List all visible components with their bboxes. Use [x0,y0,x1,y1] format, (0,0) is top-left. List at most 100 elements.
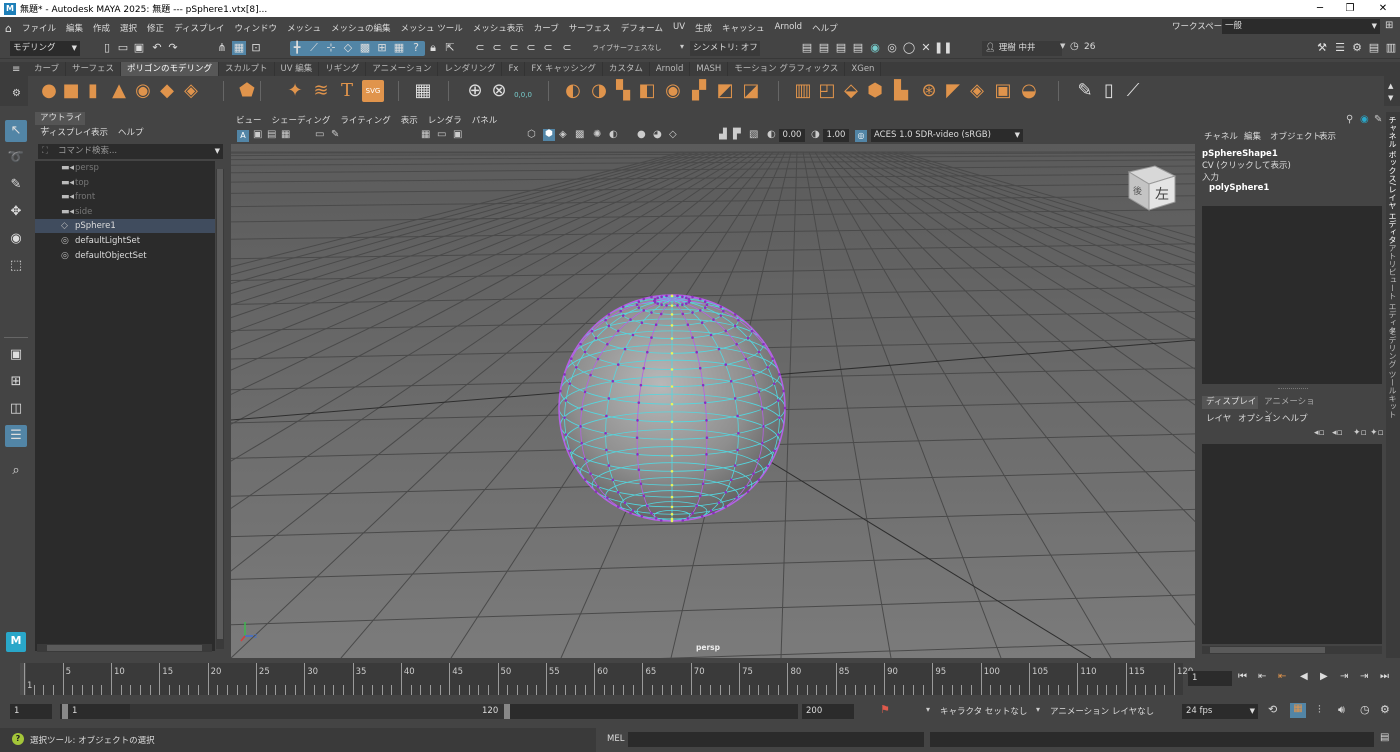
sphere-vertex[interactable] [670,368,674,371]
sphere-vertex[interactable] [760,407,764,411]
sphere-vertex[interactable] [782,389,785,393]
sphere-vertex[interactable] [604,318,607,322]
sphere-vertex[interactable] [733,397,737,400]
help-icon[interactable]: ? [12,733,24,745]
shelf-tab[interactable]: Fx [502,62,526,76]
sphere-vertex[interactable] [691,336,694,339]
view-transform-select[interactable]: ACES 1.0 SDR-video (sRGB) ▼ [871,129,1023,142]
outliner-item[interactable]: ◇ pSphere1 [35,219,215,234]
menu-item[interactable]: 生成 [690,22,717,34]
sphere-vertex[interactable] [772,382,776,385]
outliner-item[interactable]: ▬◂ side [35,205,215,219]
sphere-vertex[interactable] [670,351,674,355]
sphere-vertex[interactable] [757,390,761,394]
redo-icon[interactable]: ↷ [166,41,180,55]
poly-disc-icon[interactable]: ◈ [180,80,202,102]
menu-item[interactable]: 修正 [142,22,169,34]
rotate-tool-icon[interactable]: ◉ [5,228,27,250]
chevron-down-icon[interactable]: ▾ [680,42,684,51]
new-layer-icon[interactable]: ✦▫ [1353,428,1367,438]
sphere-vertex[interactable] [733,324,737,328]
play-forward-icon[interactable]: ▶ [1320,671,1328,682]
sphere-vertex[interactable] [691,512,694,515]
snap-curve-icon[interactable]: ⟋ [307,41,321,55]
character-set-select[interactable]: キャラクタ セットなし [940,705,1027,717]
lock-icon[interactable]: 🔒︎ [426,41,440,55]
sphere-vertex[interactable] [574,464,578,468]
anim-end-field[interactable]: 200 [802,704,854,719]
film-gate-icon[interactable]: ▭ [437,129,446,140]
poly-sphere-icon[interactable]: ● [38,80,60,102]
shelf-tab[interactable]: スカルプト [219,62,275,76]
range-fill[interactable] [130,704,506,719]
sphere-vertex[interactable] [637,401,641,404]
outliner-menu-help[interactable]: ヘルプ [118,126,144,139]
outliner-item[interactable]: ▬◂ persp [35,161,215,175]
paint-select-tool-icon[interactable]: ✎ [5,174,27,196]
sphere-vertex[interactable] [681,519,685,522]
sphere-vertex[interactable] [733,313,737,316]
ipr-render-icon[interactable]: ▤ [834,41,848,55]
anim-start-field[interactable]: 1 [10,704,52,719]
sphere-vertex[interactable] [605,448,608,452]
sphere-vertex[interactable] [659,519,663,522]
sphere-vertex[interactable] [681,312,685,316]
sphere-vertex[interactable] [724,329,728,333]
menu-item[interactable]: メッシュ [282,22,326,34]
sphere-vertex[interactable] [670,437,674,441]
sphere-vertex[interactable] [629,318,632,321]
sphere-vertex[interactable] [733,464,737,467]
sphere-vertex[interactable] [681,303,684,306]
sphere-vertex[interactable] [650,336,653,339]
scale-tool-icon[interactable]: ⬚ [5,255,27,277]
sphere-vertex[interactable] [744,357,748,361]
viewport-menu-item[interactable]: ビュー [231,114,267,126]
channel-menu-show[interactable]: 表示 [1319,130,1336,142]
slide-edge-icon[interactable]: ▯ [1098,80,1120,102]
select-tool-icon[interactable]: ⇱ [443,41,457,55]
layer-move-up-icon[interactable]: ◂▫ [1314,428,1325,438]
camera-attributes-icon[interactable]: ▣ [253,129,262,140]
viewport-scene[interactable]: 後 左 z persp [0,144,1400,673]
snap-magnet-3-icon[interactable]: ⊂ [507,41,521,55]
channel-menu-edit[interactable]: 編集 [1244,130,1261,142]
input-node-name[interactable]: polySphere1 [1209,183,1269,193]
sphere-vertex[interactable] [705,303,709,307]
sphere-vertex[interactable] [590,329,594,333]
freeze-transform-icon[interactable]: ⊗ [488,80,510,102]
sphere-vertex[interactable] [776,433,780,436]
playback-speed-icon[interactable]: ◷ [1360,703,1370,716]
sphere-vertex[interactable] [605,414,608,418]
shelf-tab[interactable]: MASH [690,62,729,76]
sphere-vertex[interactable] [631,509,635,513]
fps-select[interactable]: 24 fps ▼ [1182,704,1258,719]
prev-key-icon[interactable]: ⇤ [1278,671,1286,682]
shelf-tab[interactable]: カーブ [28,62,66,76]
sphere-vertex[interactable] [583,390,587,394]
layer-menu-layers[interactable]: レイヤ [1206,412,1231,424]
xray-icon[interactable]: ▛ [733,129,741,140]
sphere-vertex[interactable] [621,314,625,317]
sphere-vertex[interactable] [709,509,713,513]
sphere-vertex[interactable] [611,379,615,383]
select-tool-icon[interactable]: ↖ [5,120,27,142]
sphere-vertex[interactable] [681,295,684,299]
sphere-vertex[interactable] [604,431,607,435]
sidetab-attribute-editor[interactable]: アトリビュート エディタ [1387,244,1398,335]
mirror-icon[interactable]: ▞ [688,80,710,102]
snap-surface-icon[interactable]: ▩ [358,41,372,55]
outliner-vscroll-thumb[interactable] [217,169,223,639]
viewport-menu-item[interactable]: レンダラ [423,114,467,126]
sphere-vertex[interactable] [665,294,668,298]
sound-icon[interactable]: 🔊︎ [1338,703,1345,717]
sphere-vertex[interactable] [659,312,663,316]
center-pivot-icon[interactable]: ⊕ [464,80,486,102]
sphere-vertex[interactable] [670,385,674,388]
notification-count[interactable]: 26 [1084,42,1095,52]
outliner-vscrollbar[interactable] [216,169,224,649]
sphere-vertex[interactable] [650,295,653,299]
sphere-vertex[interactable] [724,363,728,366]
menu-item[interactable]: 編集 [61,22,88,34]
channel-menu-channels[interactable]: チャネル [1204,130,1238,142]
sphere-vertex[interactable] [635,436,639,439]
